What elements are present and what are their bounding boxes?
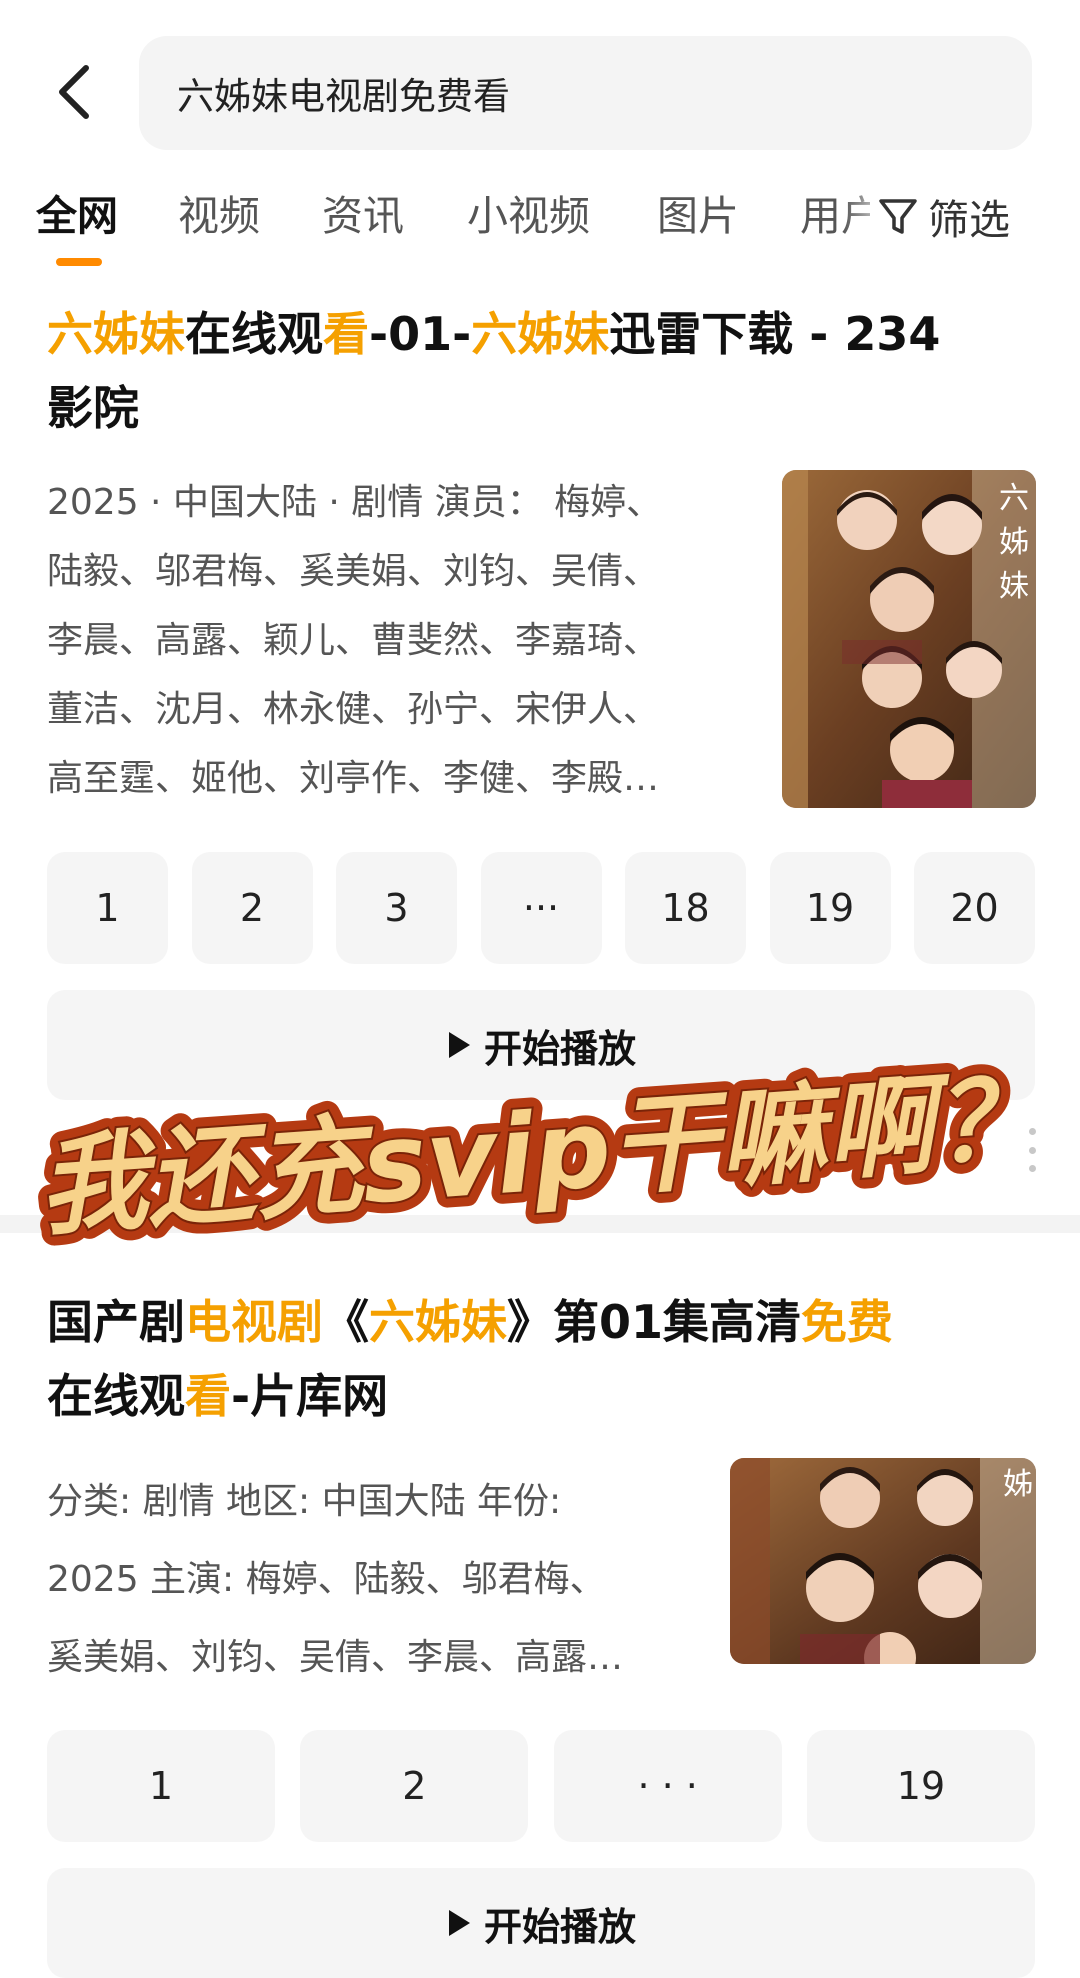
title-text: -01- bbox=[369, 307, 472, 361]
tab-all[interactable]: 全网 bbox=[36, 186, 118, 246]
sticker-caption: 我还充svip干嘛啊？ 我还充svip干嘛啊？ bbox=[24, 1045, 1057, 1262]
description-line: 2025 · 中国大陆 · 剧情 演员： 梅婷、 bbox=[47, 482, 663, 523]
svg-text:姊: 姊 bbox=[999, 525, 1029, 560]
tab-images[interactable]: 图片 bbox=[657, 186, 739, 246]
episode-button[interactable]: 3 bbox=[336, 852, 457, 964]
title-text: 》第01集高清 bbox=[507, 1295, 802, 1349]
poster-title-text: 姊 bbox=[1003, 1467, 1033, 1502]
title-highlight: 六姊妹 bbox=[471, 307, 610, 361]
title-text: 迅雷下载 - 234 bbox=[609, 307, 941, 361]
search-input[interactable]: 六姊妹电视剧免费看 bbox=[139, 36, 1032, 150]
tab-bar: 全网 视频 资讯 小视频 图片 用户 筛选 bbox=[0, 186, 1080, 266]
description-line: 高至霆、姬他、刘亭作、李健、李殿… bbox=[47, 758, 660, 799]
episode-button[interactable]: 20 bbox=[914, 852, 1035, 964]
play-button[interactable]: 开始播放 bbox=[47, 1868, 1035, 1978]
result-title[interactable]: 六姊妹在线观看-01-六姊妹迅雷下载 - 234 影院 bbox=[47, 297, 1037, 445]
play-icon bbox=[448, 1910, 470, 1936]
result-title[interactable]: 国产剧电视剧《六姊妹》第01集高清免费在线观看-片库网 bbox=[47, 1285, 1037, 1433]
play-label: 开始播放 bbox=[483, 1904, 636, 1949]
title-highlight: 看 bbox=[185, 1369, 231, 1423]
title-highlight: 看 bbox=[323, 307, 369, 361]
description-line: 李晨、高露、颖儿、曹斐然、李嘉琦、 bbox=[47, 620, 660, 661]
search-query-text: 六姊妹电视剧免费看 bbox=[177, 75, 510, 118]
episode-button[interactable]: 1 bbox=[47, 1730, 275, 1842]
episode-button[interactable]: 19 bbox=[769, 852, 891, 964]
title-text: 《 bbox=[323, 1295, 369, 1349]
result-description: 2025 · 中国大陆 · 剧情 演员： 梅婷、 陆毅、邬君梅、奚美娟、刘钧、吴… bbox=[47, 468, 747, 813]
tab-video[interactable]: 视频 bbox=[178, 186, 260, 246]
episode-button[interactable]: 1 bbox=[47, 852, 168, 964]
description-line: 分类: 剧情 地区: 中国大陆 年份: bbox=[47, 1481, 562, 1522]
description-line: 奚美娟、刘钧、吴倩、李晨、高露… bbox=[47, 1637, 624, 1678]
title-highlight: 六姊妹 bbox=[369, 1295, 507, 1349]
episode-button[interactable]: 19 bbox=[806, 1730, 1035, 1842]
title-text: 在线观 bbox=[185, 307, 323, 361]
filter-icon bbox=[879, 199, 917, 234]
title-highlight: 免费 bbox=[801, 1295, 894, 1349]
filter-button[interactable]: 筛选 bbox=[870, 186, 1010, 246]
chevron-left-icon bbox=[59, 65, 89, 119]
episode-button[interactable]: 18 bbox=[625, 852, 746, 964]
title-text: -片库网 bbox=[231, 1369, 389, 1423]
description-line: 董洁、沈月、林永健、孙宁、宋伊人、 bbox=[47, 689, 660, 730]
episode-button[interactable]: 2 bbox=[300, 1730, 529, 1842]
back-button[interactable] bbox=[50, 62, 100, 122]
title-text: 国产剧 bbox=[47, 1295, 185, 1349]
description-line: 2025 主演: 梅婷、陆毅、邬君梅、 bbox=[47, 1559, 606, 1600]
episode-more-button[interactable]: · · · bbox=[553, 1730, 782, 1842]
title-text: 影院 bbox=[47, 381, 139, 435]
active-tab-indicator bbox=[56, 258, 102, 266]
result-description: 分类: 剧情 地区: 中国大陆 年份: 2025 主演: 梅婷、陆毅、邬君梅、 … bbox=[47, 1463, 707, 1697]
episode-list: 1 2 · · · 19 bbox=[47, 1730, 1035, 1842]
svg-text:妹: 妹 bbox=[999, 569, 1029, 604]
poster-image[interactable]: 姊 bbox=[730, 1458, 1036, 1664]
title-highlight: 六姊妹 bbox=[47, 307, 185, 361]
poster-image[interactable]: 六 姊 妹 bbox=[782, 470, 1036, 808]
filter-label: 筛选 bbox=[928, 196, 1010, 244]
svg-text:六: 六 bbox=[999, 481, 1029, 516]
episode-more-button[interactable]: ··· bbox=[480, 852, 602, 964]
title-text: 在线观 bbox=[47, 1369, 185, 1423]
episode-button[interactable]: 2 bbox=[191, 852, 313, 964]
title-highlight: 电视剧 bbox=[185, 1295, 323, 1349]
sticker-text-front: 我还充svip干嘛啊？ bbox=[35, 1056, 1046, 1250]
tab-news[interactable]: 资讯 bbox=[322, 186, 404, 246]
description-line: 陆毅、邬君梅、奚美娟、刘钧、吴倩、 bbox=[47, 551, 660, 592]
tab-short-video[interactable]: 小视频 bbox=[467, 186, 590, 246]
episode-list: 1 2 3 ··· 18 19 20 bbox=[47, 852, 1035, 964]
